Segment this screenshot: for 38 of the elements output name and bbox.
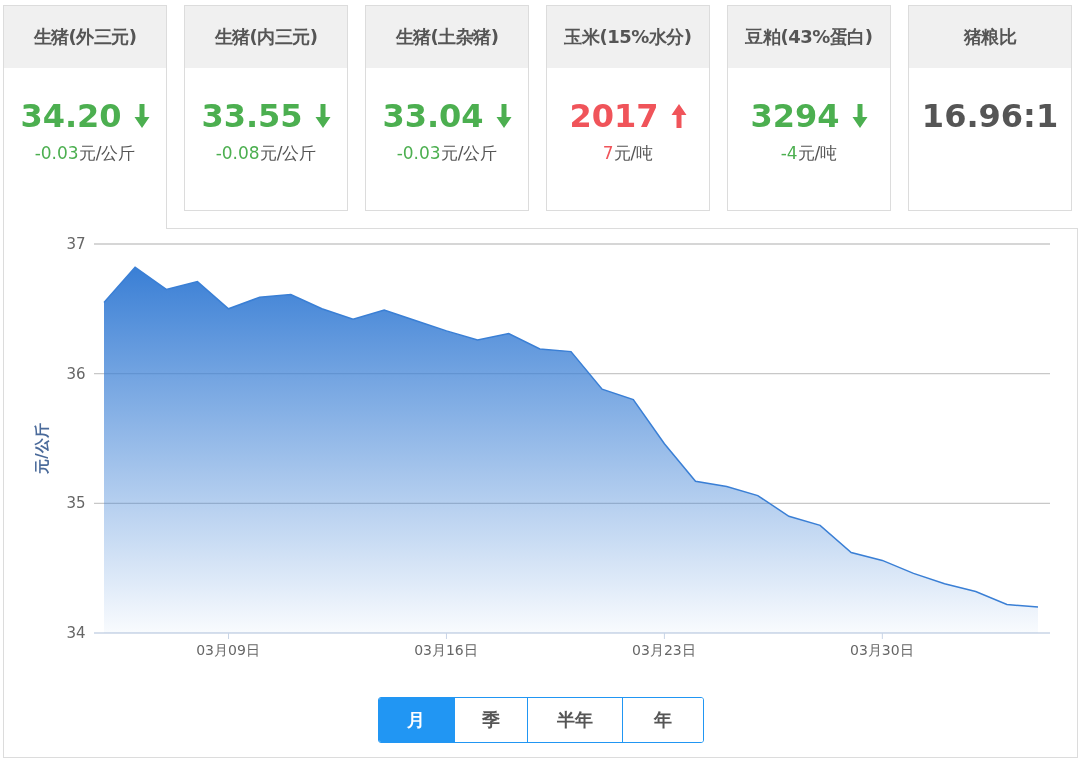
price-card[interactable]: 生猪(外三元) 34.20 -0.03元/公斤 — [3, 5, 167, 229]
price-change: 7元/吨 — [602, 142, 654, 165]
price-change: -0.08元/公斤 — [215, 142, 317, 165]
card-title: 生猪(外三元) — [4, 6, 166, 68]
x-axis-label: 03月30日 — [849, 641, 915, 659]
price-value: 3294 — [750, 97, 840, 135]
price-value: 33.55 — [201, 97, 303, 135]
down-arrow-icon — [495, 104, 512, 128]
price-change: -4元/吨 — [780, 142, 838, 165]
y-axis-title: 元/公斤 — [32, 423, 51, 474]
down-arrow-icon — [851, 104, 868, 128]
price-card[interactable]: 生猪(内三元) 33.55 -0.08元/公斤 — [184, 5, 348, 211]
y-axis-label: 37 — [66, 234, 86, 254]
price-value: 34.20 — [20, 97, 122, 135]
range-tab[interactable]: 年 — [621, 698, 703, 742]
card-title: 玉米(15%水分) — [547, 6, 709, 68]
price-change: -0.03元/公斤 — [396, 142, 498, 165]
card-title: 豆粕(43%蛋白) — [728, 6, 890, 68]
y-axis-label: 35 — [66, 493, 86, 514]
price-card[interactable]: 玉米(15%水分) 2017 7元/吨 — [546, 5, 710, 211]
card-title: 生猪(内三元) — [185, 6, 347, 68]
x-axis-label: 03月23日 — [631, 641, 697, 659]
x-axis-label: 03月09日 — [195, 641, 261, 659]
y-axis-label: 34 — [66, 623, 86, 643]
up-arrow-icon — [670, 104, 687, 128]
price-value: 33.04 — [382, 97, 484, 135]
price-card[interactable]: 豆粕(43%蛋白) 3294 -4元/吨 — [727, 5, 891, 211]
card-title: 猪粮比 — [909, 6, 1071, 68]
price-value: 16.96:1 — [921, 97, 1059, 135]
x-axis-label: 03月16日 — [413, 641, 479, 659]
down-arrow-icon — [133, 104, 150, 128]
price-value: 2017 — [569, 97, 659, 135]
y-axis-label: 36 — [66, 363, 86, 384]
price-change: -0.03元/公斤 — [34, 142, 136, 165]
down-arrow-icon — [314, 104, 331, 128]
card-title: 生猪(土杂猪) — [366, 6, 528, 68]
price-card[interactable]: 生猪(土杂猪) 33.04 -0.03元/公斤 — [365, 5, 529, 211]
price-card[interactable]: 猪粮比 16.96:1 — [908, 5, 1072, 211]
